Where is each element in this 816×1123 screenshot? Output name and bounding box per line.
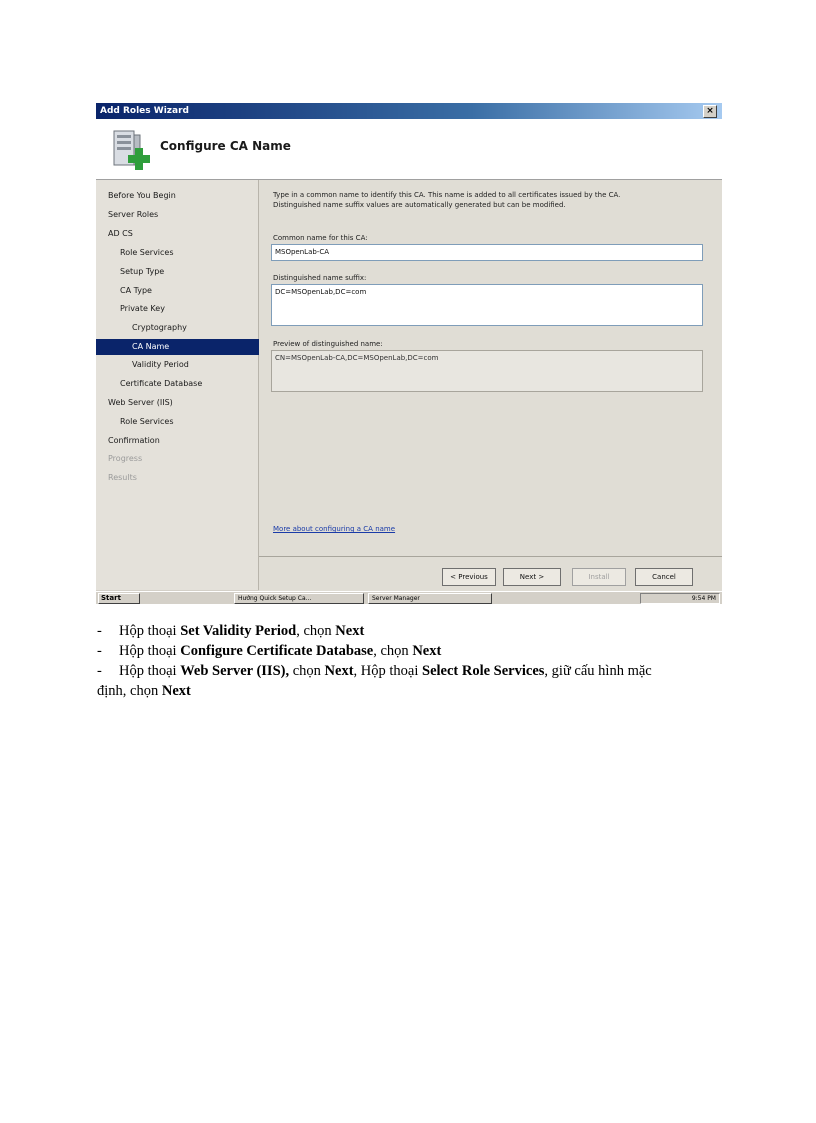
- wizard-screenshot: Add Roles Wizard × Configure CA Name Bef…: [96, 103, 722, 604]
- doc-text: , giữ cấu hình mặc: [544, 663, 652, 679]
- window-title: Add Roles Wizard: [100, 106, 189, 116]
- taskbar: Start Hướng Quick Setup Ca... Server Man…: [96, 591, 722, 604]
- doc-text: , chọn: [296, 623, 336, 639]
- bullet-dash: -: [97, 623, 102, 639]
- doc-text: Hộp thoại: [119, 663, 181, 679]
- nav-step-confirmation[interactable]: Confirmation: [96, 433, 270, 449]
- bullet-dash: -: [97, 663, 102, 679]
- next-button[interactable]: Next >: [503, 568, 561, 586]
- preview-dn-field: CN=MSOpenLab-CA,DC=MSOpenLab,DC=com: [271, 350, 703, 392]
- nav-step-setup-type[interactable]: Setup Type: [96, 264, 282, 280]
- wizard-content: Type in a common name to identify this C…: [259, 180, 722, 556]
- previous-button[interactable]: < Previous: [442, 568, 496, 586]
- page-title: Configure CA Name: [160, 139, 291, 153]
- wizard-header: Configure CA Name: [96, 119, 722, 180]
- doc-bold: Select Role Services: [422, 663, 545, 679]
- wizard-footer: < Previous Next > Install Cancel: [259, 556, 722, 591]
- nav-step-before-you-begin[interactable]: Before You Begin: [96, 188, 270, 204]
- start-button[interactable]: Start: [98, 593, 140, 604]
- intro-line-1: Type in a common name to identify this C…: [273, 191, 621, 199]
- doc-bold: Set Validity Period: [180, 623, 297, 639]
- doc-bold: Next: [335, 623, 365, 639]
- nav-step-progress: Progress: [108, 454, 143, 463]
- taskbar-item-quick-setup[interactable]: Hướng Quick Setup Ca...: [234, 593, 364, 604]
- system-tray-clock: 9:54 PM: [640, 593, 720, 604]
- dn-suffix-input[interactable]: DC=MSOpenLab,DC=com: [271, 284, 703, 326]
- doc-bullet-3: - Hộp thoại Web Server (IIS), chọn Next, …: [97, 662, 652, 680]
- doc-bold: Next: [412, 643, 442, 659]
- close-icon[interactable]: ×: [703, 105, 717, 118]
- doc-bold: Configure Certificate Database: [180, 643, 374, 659]
- common-name-label: Common name for this CA:: [273, 234, 368, 242]
- common-name-input[interactable]: MSOpenLab-CA: [271, 244, 703, 261]
- nav-step-ca-type[interactable]: CA Type: [96, 283, 282, 299]
- cancel-button[interactable]: Cancel: [635, 568, 693, 586]
- doc-bold: Next: [161, 683, 191, 699]
- doc-text: , Hộp thoại: [353, 663, 423, 679]
- taskbar-item-server-manager[interactable]: Server Manager: [368, 593, 492, 604]
- bullet-dash: -: [97, 643, 102, 659]
- more-about-ca-name-link[interactable]: More about configuring a CA name: [273, 525, 395, 533]
- intro-text: Type in a common name to identify this C…: [273, 190, 703, 210]
- doc-bullet-2: - Hộp thoại Configure Certificate Databas…: [97, 642, 441, 660]
- nav-step-iis-role-services[interactable]: Role Services: [96, 414, 282, 430]
- doc-text: chọn: [289, 663, 325, 679]
- install-button: Install: [572, 568, 626, 586]
- doc-text: Hộp thoại: [119, 643, 181, 659]
- nav-step-certificate-database[interactable]: Certificate Database: [96, 376, 282, 392]
- nav-step-private-key[interactable]: Private Key: [96, 301, 282, 317]
- doc-text: Hộp thoại: [119, 623, 181, 639]
- doc-bullet-1: - Hộp thoại Set Validity Period, chọn Nex…: [97, 622, 364, 640]
- intro-line-2: Distinguished name suffix values are aut…: [273, 201, 566, 209]
- nav-step-ad-cs[interactable]: AD CS: [96, 226, 270, 242]
- doc-bold: Web Server (IIS),: [180, 663, 290, 679]
- nav-step-web-server-iis[interactable]: Web Server (IIS): [96, 395, 270, 411]
- nav-step-results: Results: [108, 473, 137, 482]
- server-with-green-plus-icon: [113, 130, 150, 170]
- nav-step-role-services[interactable]: Role Services: [96, 245, 282, 261]
- doc-text: , chọn: [373, 643, 413, 659]
- doc-bullet-3-continuation: định, chọn Next: [97, 682, 191, 700]
- dn-suffix-label: Distinguished name suffix:: [273, 274, 367, 282]
- preview-label: Preview of distinguished name:: [273, 340, 383, 348]
- title-bar: Add Roles Wizard ×: [96, 103, 722, 119]
- doc-text: định, chọn: [97, 683, 162, 699]
- doc-bold: Next: [324, 663, 354, 679]
- nav-step-server-roles[interactable]: Server Roles: [96, 207, 270, 223]
- wizard-steps-nav: Before You Begin Server Roles AD CS Role…: [96, 180, 294, 590]
